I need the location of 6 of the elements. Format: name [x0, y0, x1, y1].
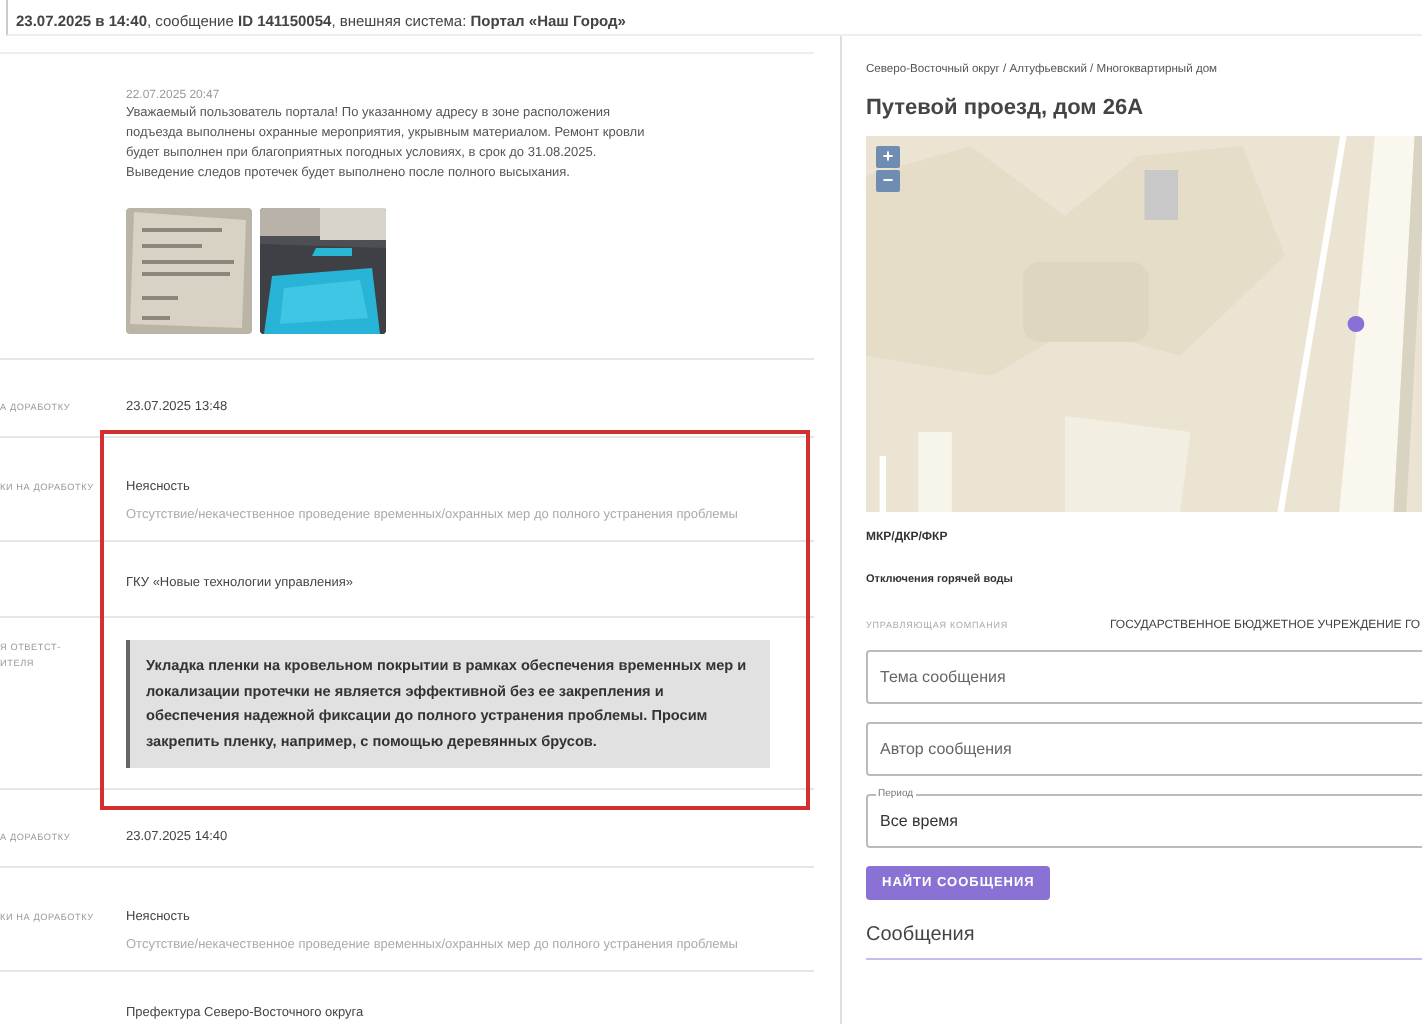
section-heading: Сообщения: [866, 924, 1422, 960]
zoom-in-button[interactable]: +: [876, 146, 900, 168]
address-title: Путевой проезд, дом 26А: [866, 96, 1146, 120]
input-field[interactable]: Автор сообщения: [866, 722, 1422, 776]
input-field[interactable]: Тема сообщения: [866, 650, 1422, 704]
zoom-out-button[interactable]: −: [876, 170, 900, 192]
